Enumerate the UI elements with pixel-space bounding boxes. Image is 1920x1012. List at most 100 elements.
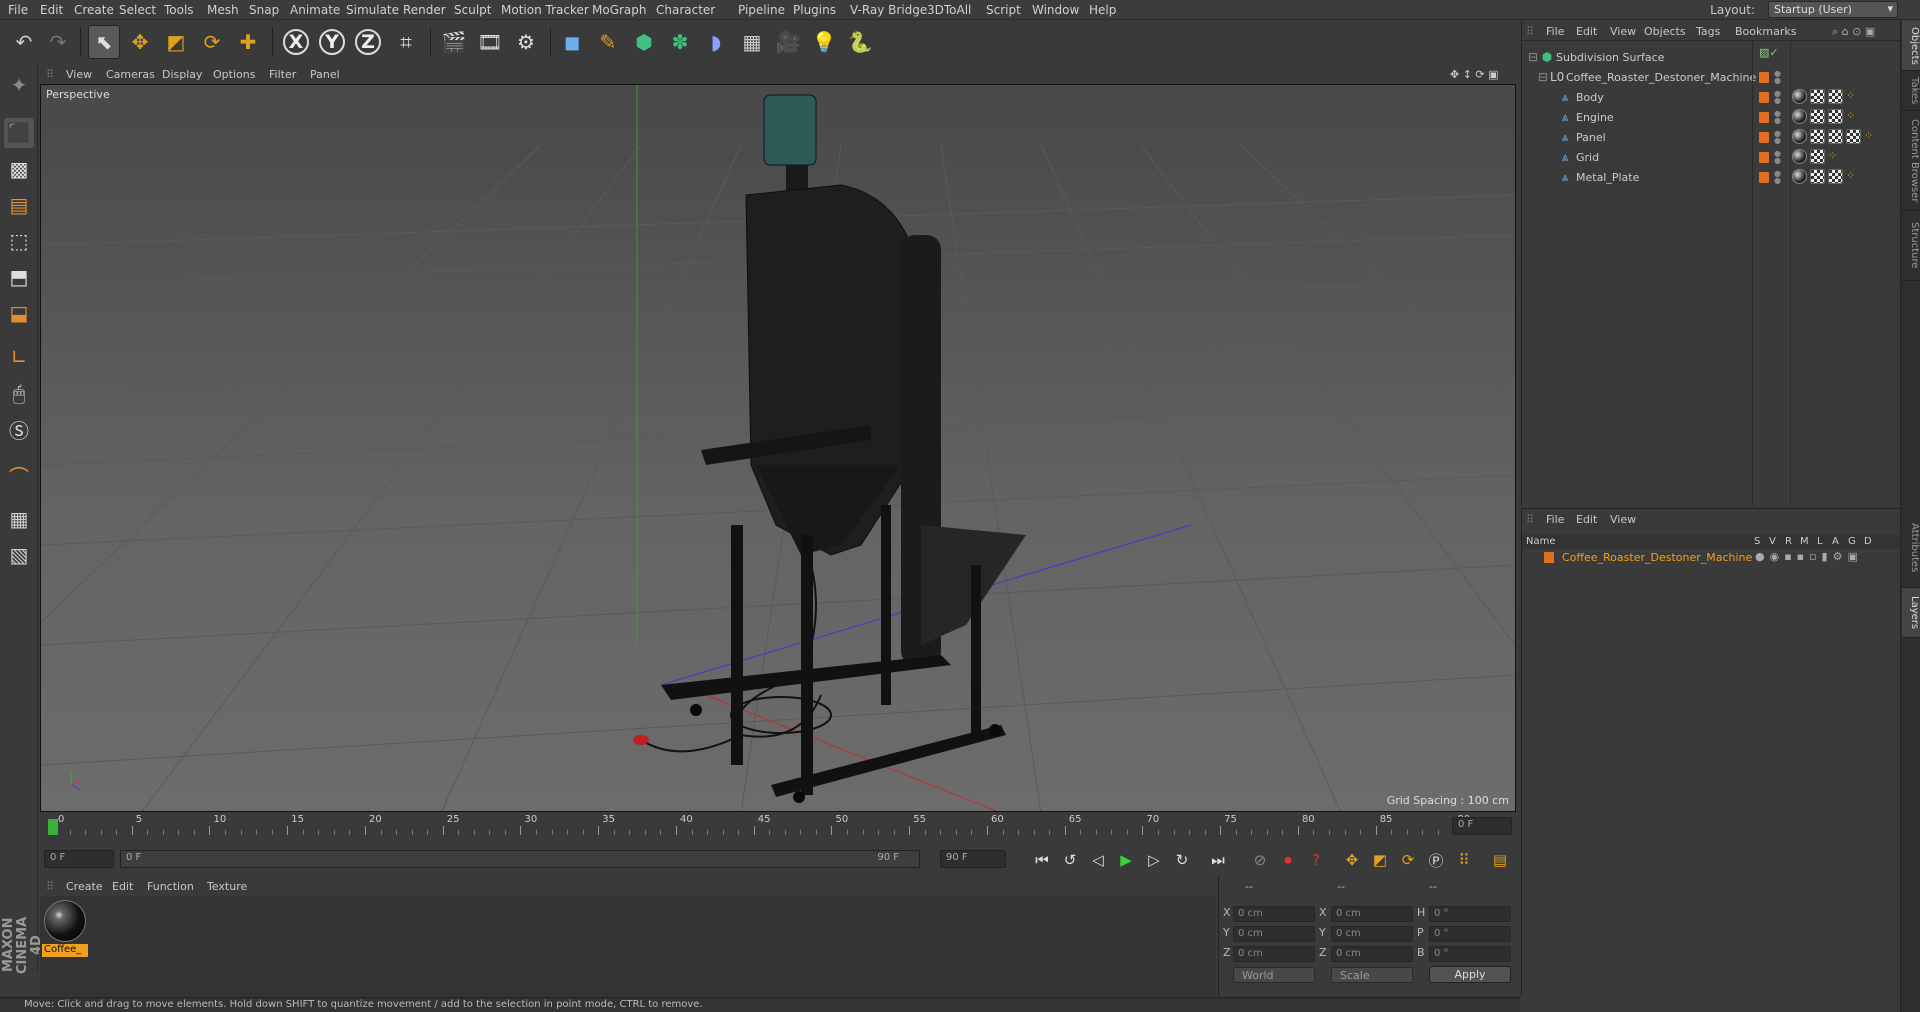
- rotate-tool-icon[interactable]: ⟳: [196, 25, 228, 59]
- key-position-icon[interactable]: ✥: [1340, 849, 1364, 871]
- position-y-field[interactable]: 0 cm: [1233, 926, 1315, 942]
- viewport-menu-filter[interactable]: Filter: [269, 68, 296, 81]
- menu-help[interactable]: Help: [1089, 3, 1116, 17]
- layers-menu-view[interactable]: View: [1610, 513, 1636, 526]
- viewport-menu-display[interactable]: Display: [162, 68, 203, 81]
- object-row-panel[interactable]: ⩓ Panel ● ● ⁘: [1522, 128, 1901, 148]
- tab-content-browser[interactable]: Content Browser: [1902, 111, 1920, 211]
- menu-plugins[interactable]: Plugins: [793, 3, 836, 17]
- key-scale-icon[interactable]: ◩: [1368, 849, 1392, 871]
- key-parameter-icon[interactable]: Ⓟ: [1424, 849, 1448, 871]
- render-picture-viewer-icon[interactable]: 🎞: [474, 25, 506, 59]
- edges-mode-icon[interactable]: ⬒: [4, 262, 34, 292]
- objects-menu-objects[interactable]: Objects: [1644, 25, 1686, 38]
- menu-mograph[interactable]: MoGraph: [592, 3, 647, 17]
- tab-structure[interactable]: Structure: [1902, 211, 1920, 281]
- menu-simulate[interactable]: Simulate: [346, 3, 399, 17]
- playhead[interactable]: [48, 819, 58, 835]
- layer-color-swatch[interactable]: [1759, 112, 1769, 123]
- material-tag-icon[interactable]: [1792, 89, 1807, 104]
- menu-character[interactable]: Character: [656, 3, 715, 17]
- go-to-start-icon[interactable]: ⏮: [1030, 849, 1054, 871]
- model-mode-icon[interactable]: ⬛: [4, 118, 34, 148]
- start-frame-field[interactable]: 0 F: [44, 850, 114, 868]
- material-tag-icon[interactable]: [1792, 129, 1807, 144]
- object-row-grid[interactable]: ⩓ Grid ● ● ⁘: [1522, 148, 1901, 168]
- menu-mesh[interactable]: Mesh: [207, 3, 239, 17]
- coordinate-mode-dropdown[interactable]: Scale: [1331, 967, 1413, 983]
- uvw-tag-icon[interactable]: ⁘: [1846, 169, 1858, 184]
- objects-menu-tags[interactable]: Tags: [1696, 25, 1720, 38]
- size-x-field[interactable]: 0 cm: [1331, 906, 1413, 922]
- undo-icon[interactable]: ↶: [8, 25, 40, 59]
- layer-color-swatch[interactable]: [1759, 132, 1769, 143]
- layer-toggle-icons[interactable]: ●◉▪▪▫▮⚙▣: [1755, 550, 1863, 563]
- viewport-menu-options[interactable]: Options: [213, 68, 255, 81]
- texture-tag-icon[interactable]: [1828, 89, 1843, 104]
- size-y-field[interactable]: 0 cm: [1331, 926, 1413, 942]
- uvw-tag-icon[interactable]: ⁘: [1846, 109, 1858, 124]
- polygons-mode-icon[interactable]: ⬓: [4, 298, 34, 328]
- menu-motion-tracker[interactable]: Motion Tracker: [501, 3, 589, 17]
- texture-tag-icon[interactable]: [1810, 89, 1825, 104]
- texture-tag-icon[interactable]: [1828, 129, 1843, 144]
- cloner-icon[interactable]: ✽: [664, 25, 696, 59]
- viewport-menu-cameras[interactable]: Cameras: [106, 68, 155, 81]
- menu-file[interactable]: File: [8, 3, 28, 17]
- timeline-ruler[interactable]: 051015202530354045505560657075808590 0 F: [40, 813, 1516, 836]
- grid-workplane-icon[interactable]: ▦: [4, 504, 34, 534]
- menu-window[interactable]: Window: [1032, 3, 1079, 17]
- material-preview[interactable]: [44, 900, 86, 942]
- layout-dropdown[interactable]: Startup (User): [1768, 1, 1898, 18]
- material-tag-icon[interactable]: [1792, 149, 1807, 164]
- tab-objects[interactable]: Objects: [1902, 21, 1920, 71]
- tweak-mode-icon[interactable]: 🖱: [4, 378, 34, 408]
- menu-script[interactable]: Script: [986, 3, 1021, 17]
- viewport-menu-panel[interactable]: Panel: [310, 68, 340, 81]
- uvw-tag-icon[interactable]: ⁘: [1864, 129, 1876, 144]
- texture-tag-icon[interactable]: [1846, 129, 1861, 144]
- material-tag-icon[interactable]: [1792, 169, 1807, 184]
- menu-3dtoall[interactable]: 3DToAll: [927, 3, 971, 17]
- layers-menu-edit[interactable]: Edit: [1576, 513, 1597, 526]
- rotation-p-field[interactable]: 0 °: [1429, 926, 1511, 942]
- viewport-nav-icon[interactable]: ✥ ↕ ⟳ ▣: [1450, 68, 1499, 81]
- menu-animate[interactable]: Animate: [290, 3, 340, 17]
- texture-tag-icon[interactable]: [1828, 169, 1843, 184]
- material-menu-create[interactable]: Create: [66, 880, 103, 893]
- texture-tag-icon[interactable]: [1828, 109, 1843, 124]
- scale-tool-icon[interactable]: ◩: [160, 25, 192, 59]
- material-menu-texture[interactable]: Texture: [207, 880, 247, 893]
- menu-render[interactable]: Render: [403, 3, 446, 17]
- axis-mode-icon[interactable]: ∟: [4, 342, 34, 372]
- rotation-b-field[interactable]: 0 °: [1429, 946, 1511, 962]
- locked-workplane-icon[interactable]: ▧: [4, 540, 34, 570]
- objects-menu-file[interactable]: File: [1546, 25, 1564, 38]
- menu-sculpt[interactable]: Sculpt: [454, 3, 491, 17]
- layer-color-swatch[interactable]: [1544, 552, 1554, 563]
- layer-color-swatch[interactable]: [1759, 152, 1769, 163]
- object-row-engine[interactable]: ⩓ Engine ● ● ⁘: [1522, 108, 1901, 128]
- enabled-check-icon[interactable]: ▨✓: [1759, 47, 1779, 58]
- move-tool-icon[interactable]: ✥: [124, 25, 156, 59]
- texture-tag-icon[interactable]: [1810, 169, 1825, 184]
- z-axis-lock-icon[interactable]: Z: [352, 25, 384, 59]
- key-rotation-icon[interactable]: ⟳: [1396, 849, 1420, 871]
- object-row-coffee-roaster[interactable]: ⊟ L0 Coffee_Roaster_Destoner_Machine ● ●: [1522, 68, 1901, 88]
- tab-attributes[interactable]: Attributes: [1902, 508, 1920, 588]
- material-menu-edit[interactable]: Edit: [112, 880, 133, 893]
- 3d-viewport[interactable]: Perspective Grid Spacing : 100 cm: [40, 84, 1516, 812]
- layers-menu-file[interactable]: File: [1546, 513, 1564, 526]
- spline-pen-icon[interactable]: ✎: [592, 25, 624, 59]
- render-view-icon[interactable]: 🎬: [438, 25, 470, 59]
- current-frame-field[interactable]: 0 F: [1452, 817, 1512, 835]
- material-menu-function[interactable]: Function: [147, 880, 194, 893]
- position-z-field[interactable]: 0 cm: [1233, 946, 1315, 962]
- object-row-subdivision-surface[interactable]: ⊟ ⬢ Subdivision Surface ▨✓: [1522, 47, 1901, 68]
- magnet-icon[interactable]: ⌒: [4, 460, 34, 490]
- size-z-field[interactable]: 0 cm: [1331, 946, 1413, 962]
- object-row-body[interactable]: ⩓ Body ● ● ⁘: [1522, 88, 1901, 108]
- python-icon[interactable]: 🐍: [844, 25, 876, 59]
- rotation-h-field[interactable]: 0 °: [1429, 906, 1511, 922]
- x-axis-lock-icon[interactable]: X: [280, 25, 312, 59]
